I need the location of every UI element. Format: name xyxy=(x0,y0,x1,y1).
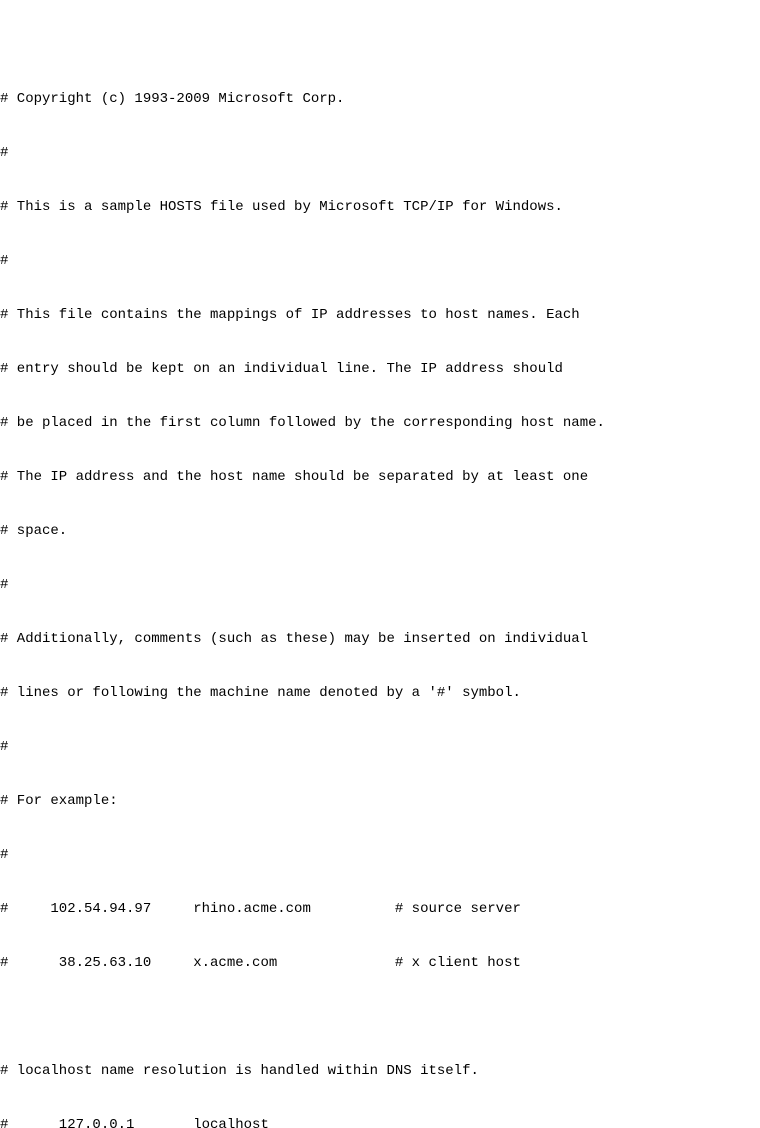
comment-line: # 127.0.0.1 localhost xyxy=(0,1116,760,1128)
comment-line: # xyxy=(0,576,760,594)
comment-line: # This file contains the mappings of IP … xyxy=(0,306,760,324)
comment-line: # space. xyxy=(0,522,760,540)
comment-line: # xyxy=(0,144,760,162)
comment-line: # be placed in the first column followed… xyxy=(0,414,760,432)
comment-line: # 102.54.94.97 rhino.acme.com # source s… xyxy=(0,900,760,918)
comment-line: # Additionally, comments (such as these)… xyxy=(0,630,760,648)
comment-line: # localhost name resolution is handled w… xyxy=(0,1062,760,1080)
comment-line: # xyxy=(0,252,760,270)
comment-line: # Copyright (c) 1993-2009 Microsoft Corp… xyxy=(0,90,760,108)
comment-line: # For example: xyxy=(0,792,760,810)
comment-line: # xyxy=(0,738,760,756)
comment-line: # lines or following the machine name de… xyxy=(0,684,760,702)
comment-line: # 38.25.63.10 x.acme.com # x client host xyxy=(0,954,760,972)
comment-line: # The IP address and the host name shoul… xyxy=(0,468,760,486)
comment-line: # entry should be kept on an individual … xyxy=(0,360,760,378)
hosts-file-content: # Copyright (c) 1993-2009 Microsoft Corp… xyxy=(0,54,760,1128)
comment-line: # This is a sample HOSTS file used by Mi… xyxy=(0,198,760,216)
blank-line xyxy=(0,1008,760,1026)
comment-line: # xyxy=(0,846,760,864)
